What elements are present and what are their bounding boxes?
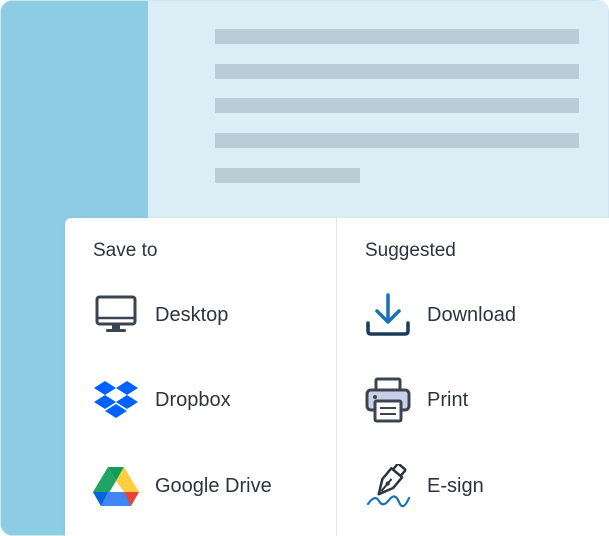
save-to-dropbox-option[interactable]: Dropbox: [93, 378, 231, 422]
save-to-google-drive-option[interactable]: Google Drive: [93, 464, 272, 508]
document-text-line: [215, 29, 579, 44]
document-text-line: [215, 168, 360, 183]
column-divider: [336, 218, 337, 536]
esign-label: E-sign: [427, 474, 484, 497]
download-label: Download: [427, 303, 516, 326]
print-label: Print: [427, 388, 469, 411]
dropbox-label: Dropbox: [155, 388, 231, 411]
dropbox-icon: [93, 378, 139, 422]
desktop-monitor-icon: [93, 293, 139, 337]
print-option[interactable]: Print: [365, 377, 469, 423]
save-options-panel: Save to Desktop Dropbox Google Drive Sug…: [65, 218, 609, 536]
esign-option[interactable]: E-sign: [365, 464, 484, 508]
download-option[interactable]: Download: [365, 293, 516, 337]
document-text-line: [215, 64, 579, 79]
suggested-heading: Suggested: [365, 240, 456, 261]
download-icon: [365, 293, 411, 337]
pen-signature-icon: [365, 464, 411, 508]
document-text-line: [215, 133, 579, 148]
save-to-heading: Save to: [93, 240, 158, 261]
document-text-line: [215, 98, 579, 113]
desktop-label: Desktop: [155, 303, 229, 326]
save-to-desktop-option[interactable]: Desktop: [93, 293, 228, 337]
printer-icon: [365, 377, 411, 423]
google-drive-icon: [93, 464, 139, 508]
google-drive-label: Google Drive: [155, 474, 272, 497]
